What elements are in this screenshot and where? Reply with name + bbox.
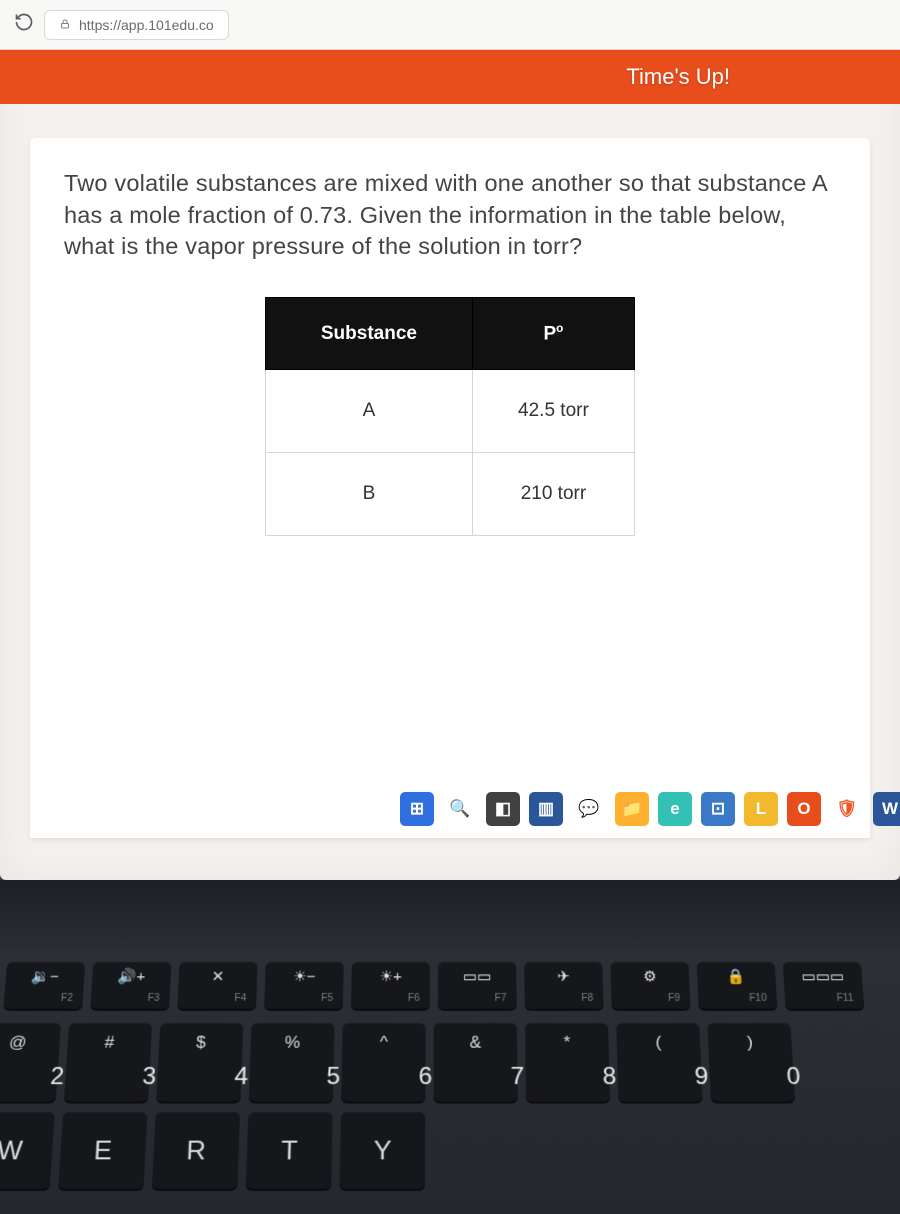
cell-pressure: 210 torr — [472, 453, 634, 536]
taskbar-chat-icon[interactable]: 💬 — [572, 792, 606, 826]
taskbar-files-icon[interactable]: 📁 — [615, 792, 649, 826]
browser-address-bar: https://app.101edu.co — [0, 0, 900, 50]
key-f7: ▭▭F7 — [438, 962, 517, 1009]
key-f11: ▭▭▭F11 — [783, 962, 865, 1009]
table-row: B 210 torr — [266, 453, 635, 536]
key-9: (9 — [616, 1023, 703, 1102]
table-row: A 42.5 torr — [266, 370, 635, 453]
key-3: #3 — [64, 1023, 152, 1102]
taskbar-cortana-icon[interactable]: ◧ — [486, 792, 520, 826]
key-y: Y — [339, 1112, 425, 1189]
key-r: R — [152, 1112, 240, 1189]
key-w: W — [0, 1112, 55, 1189]
question-card: Two volatile substances are mixed with o… — [30, 138, 870, 838]
key-e: E — [58, 1112, 148, 1189]
physical-keyboard: 🔉−F2🔊+F3✕F4☀−F5☀+F6▭▭F7✈F8⚙F9🔒F10▭▭▭F11 … — [0, 950, 900, 1214]
url-field[interactable]: https://app.101edu.co — [44, 10, 229, 40]
key-0: )0 — [707, 1023, 795, 1102]
taskbar-brave-icon[interactable]: 🛡 — [830, 792, 864, 826]
key-f5: ☀−F5 — [264, 962, 344, 1009]
taskbar-search-icon[interactable]: 🔍 — [443, 792, 477, 826]
taskbar-edge-icon[interactable]: e — [658, 792, 692, 826]
taskbar-word-icon[interactable]: ▥ — [529, 792, 563, 826]
taskbar-wordw-icon[interactable]: W — [873, 792, 900, 826]
laptop-screen: https://app.101edu.co Time's Up! Two vol… — [0, 0, 900, 880]
col-header-pressure: Po — [472, 298, 634, 370]
key-f9: ⚙F9 — [610, 962, 690, 1009]
key-2: @2 — [0, 1023, 61, 1102]
taskbar-store-icon[interactable]: ⊡ — [701, 792, 735, 826]
question-text: Two volatile substances are mixed with o… — [64, 168, 836, 263]
cell-pressure: 42.5 torr — [472, 370, 634, 453]
key-7: &7 — [434, 1023, 518, 1102]
data-table: Substance Po A 42.5 torr B 210 torr — [265, 297, 635, 536]
windows-taskbar: ⊞ 🔍 ◧ ▥ 💬 📁 e ⊡ LO 🛡 W — [400, 792, 900, 826]
taskbar-start-icon[interactable]: ⊞ — [400, 792, 434, 826]
cell-substance: A — [266, 370, 473, 453]
taskbar-opera-icon[interactable]: O — [787, 792, 821, 826]
url-text: https://app.101edu.co — [79, 17, 214, 33]
key-f2: 🔉−F2 — [3, 962, 85, 1009]
key-t: T — [246, 1112, 333, 1189]
key-f8: ✈F8 — [524, 962, 603, 1009]
status-banner: Time's Up! — [0, 50, 900, 104]
banner-text: Time's Up! — [626, 64, 730, 90]
lock-icon — [59, 17, 71, 33]
key-f4: ✕F4 — [177, 962, 257, 1009]
col-header-substance: Substance — [266, 298, 473, 370]
reload-icon[interactable] — [14, 12, 34, 37]
key-f6: ☀+F6 — [351, 962, 430, 1009]
key-4: $4 — [156, 1023, 243, 1102]
cell-substance: B — [266, 453, 473, 536]
key-6: ^6 — [341, 1023, 426, 1102]
taskbar-lock-icon[interactable]: L — [744, 792, 778, 826]
key-5: %5 — [249, 1023, 335, 1102]
key-f10: 🔒F10 — [697, 962, 778, 1009]
key-8: *8 — [525, 1023, 610, 1102]
key-f3: 🔊+F3 — [90, 962, 171, 1009]
laptop-bezel — [0, 880, 900, 950]
